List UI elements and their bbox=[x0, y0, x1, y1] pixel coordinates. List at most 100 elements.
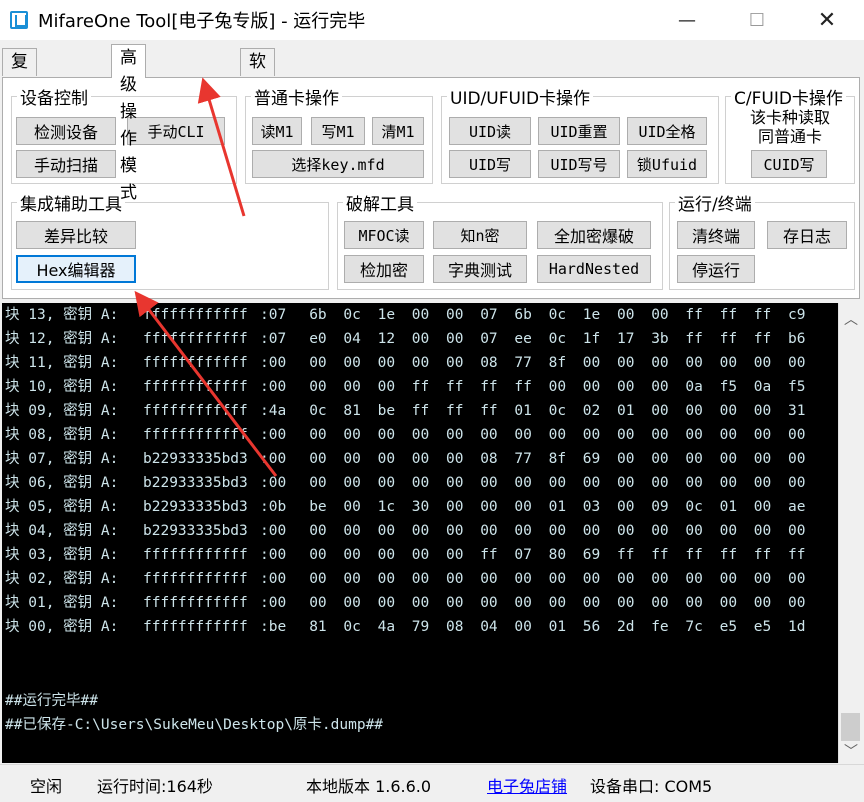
normal-card-title: 普通卡操作 bbox=[254, 89, 339, 109]
block-byte: 81 bbox=[343, 403, 361, 419]
minimize-button[interactable]: — bbox=[652, 0, 722, 40]
write-m1-button[interactable]: 写M1 bbox=[311, 117, 365, 145]
check-encrypt-button[interactable]: 检加密 bbox=[344, 255, 424, 283]
block-byte: 00 bbox=[753, 499, 772, 515]
block-byte: 00 bbox=[411, 547, 430, 563]
block-byte: :00 bbox=[260, 475, 287, 491]
terminal-output[interactable]: 块 13, 密钥 A: ffffffffffff:07 6b 0c 1e 00 00 07 6b… bbox=[2, 303, 838, 763]
block-byte: :00 bbox=[260, 427, 287, 443]
block-byte: 00 bbox=[548, 475, 567, 491]
full-encrypt-crack-button[interactable]: 全加密爆破 bbox=[537, 221, 651, 249]
cuid-write-button[interactable]: CUID写 bbox=[751, 150, 827, 178]
scroll-up-arrow-icon[interactable]: ︿ bbox=[839, 307, 863, 331]
block-byte: ff bbox=[617, 547, 635, 563]
block-byte: 00 bbox=[480, 427, 498, 443]
select-key-file-button[interactable]: 选择key.mfd bbox=[252, 150, 424, 178]
shop-link[interactable]: 电子兔店铺 bbox=[487, 773, 567, 797]
clear-terminal-button[interactable]: 清终端 bbox=[677, 221, 755, 249]
block-byte: 00 bbox=[617, 307, 635, 323]
terminal-line: 块 02, 密钥 A: ffffffffffff:00 00 00 00 00 00 00 00… bbox=[5, 567, 835, 591]
block-key: ffffffffffff bbox=[143, 571, 248, 587]
block-label: 块 03, 密钥 A: bbox=[5, 547, 119, 563]
block-byte: 00 bbox=[377, 523, 396, 539]
block-byte: 00 bbox=[343, 571, 361, 587]
block-byte: 0c bbox=[548, 307, 567, 323]
diff-compare-button[interactable]: 差异比较 bbox=[16, 221, 136, 249]
block-byte: 1e bbox=[377, 307, 396, 323]
block-key: b22933335bd3 bbox=[143, 499, 248, 515]
block-byte: 00 bbox=[514, 595, 532, 611]
block-byte: 77 bbox=[514, 355, 532, 371]
block-byte: ff bbox=[685, 307, 703, 323]
clear-m1-button[interactable]: 清M1 bbox=[372, 117, 424, 145]
block-byte: 00 bbox=[548, 523, 567, 539]
block-key: b22933335bd3 bbox=[143, 475, 248, 491]
detect-device-button[interactable]: 检测设备 bbox=[16, 117, 116, 145]
mfoc-read-button[interactable]: MFOC读 bbox=[344, 221, 424, 249]
block-key: ffffffffffff bbox=[143, 403, 248, 419]
block-byte: 00 bbox=[446, 355, 464, 371]
block-byte: 01 bbox=[617, 403, 635, 419]
manual-scan-button[interactable]: 手动扫描 bbox=[16, 150, 116, 178]
block-byte: 00 bbox=[377, 379, 396, 395]
uid-card-title: UID/UFUID卡操作 bbox=[450, 89, 591, 109]
block-byte: 00 bbox=[411, 427, 430, 443]
block-byte: 00 bbox=[309, 379, 327, 395]
uid-read-button[interactable]: UID读 bbox=[449, 117, 531, 145]
block-byte: 00 bbox=[377, 475, 396, 491]
terminal-scrollbar[interactable]: ︿ ﹀ bbox=[838, 303, 862, 763]
block-byte: 04 bbox=[480, 619, 498, 635]
block-byte: 1f bbox=[582, 331, 601, 347]
block-byte: 00 bbox=[753, 523, 772, 539]
tab-advanced-mode[interactable]: 高级操作模式 bbox=[111, 44, 146, 203]
block-byte: 00 bbox=[753, 475, 772, 491]
tab-copy-mode[interactable]: 复制卡模式 bbox=[2, 48, 37, 180]
scrollbar-thumb[interactable] bbox=[841, 713, 860, 741]
tab-settings[interactable]: 软件设置 bbox=[240, 48, 275, 153]
block-label: 块 13, 密钥 A: bbox=[5, 307, 119, 323]
uid-write-number-button[interactable]: UID写号 bbox=[538, 150, 620, 178]
manual-cli-button[interactable]: 手动CLI bbox=[127, 117, 225, 145]
block-byte: ff bbox=[446, 379, 464, 395]
block-byte: 00 bbox=[719, 571, 738, 587]
block-byte: 00 bbox=[411, 331, 430, 347]
stop-run-button[interactable]: 停运行 bbox=[677, 255, 755, 283]
block-byte: 00 bbox=[651, 451, 669, 467]
block-byte: 00 bbox=[719, 451, 738, 467]
block-label: 块 12, 密钥 A: bbox=[5, 331, 119, 347]
block-byte: 00 bbox=[651, 427, 669, 443]
close-button[interactable]: ✕ bbox=[792, 0, 862, 40]
block-byte: 00 bbox=[617, 451, 635, 467]
known-key-button[interactable]: 知n密 bbox=[433, 221, 527, 249]
block-byte: 00 bbox=[651, 475, 669, 491]
block-byte: 00 bbox=[753, 451, 772, 467]
status-serial-port: 设备串口: COM5 bbox=[590, 777, 713, 796]
hardnested-button[interactable]: HardNested bbox=[537, 255, 651, 283]
save-log-button[interactable]: 存日志 bbox=[767, 221, 847, 249]
block-byte: 00 bbox=[651, 523, 669, 539]
block-byte: 0c bbox=[309, 403, 327, 419]
read-m1-button[interactable]: 读M1 bbox=[252, 117, 302, 145]
maximize-button[interactable]: ☐ bbox=[722, 0, 792, 40]
block-byte: 00 bbox=[788, 451, 806, 467]
block-byte: 04 bbox=[343, 331, 361, 347]
uid-reset-button[interactable]: UID重置 bbox=[538, 117, 620, 145]
scroll-down-arrow-icon[interactable]: ﹀ bbox=[839, 739, 863, 763]
block-key: b22933335bd3 bbox=[143, 523, 248, 539]
block-byte: 00 bbox=[377, 547, 396, 563]
hex-editor-button[interactable]: Hex编辑器 bbox=[16, 255, 136, 283]
block-byte: 56 bbox=[582, 619, 601, 635]
block-byte: 00 bbox=[309, 451, 327, 467]
block-byte: 00 bbox=[411, 451, 430, 467]
block-byte: 00 bbox=[446, 307, 464, 323]
uid-write-button[interactable]: UID写 bbox=[449, 150, 531, 178]
status-state: 空闲 bbox=[30, 777, 63, 796]
block-byte: 00 bbox=[719, 595, 738, 611]
lock-ufuid-button[interactable]: 锁Ufuid bbox=[627, 150, 707, 178]
block-byte: :be bbox=[260, 619, 287, 635]
dictionary-test-button[interactable]: 字典测试 bbox=[433, 255, 527, 283]
uid-format-button[interactable]: UID全格 bbox=[627, 117, 707, 145]
block-key: ffffffffffff bbox=[143, 379, 248, 395]
block-byte: 00 bbox=[411, 307, 430, 323]
block-label: 块 02, 密钥 A: bbox=[5, 571, 119, 587]
